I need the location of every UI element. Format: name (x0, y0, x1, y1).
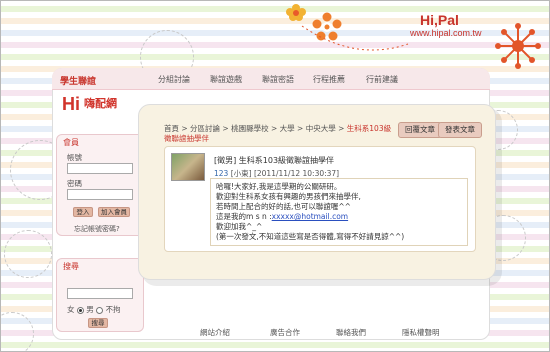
search-button[interactable]: 搜尋 (88, 318, 108, 328)
join-member-button[interactable]: 加入會員 (98, 207, 130, 217)
brand-url: www.hipal.com.tw (410, 28, 482, 38)
account-input[interactable] (67, 163, 133, 174)
forgot-password-link[interactable]: 忘記帳號密碼? (74, 224, 120, 234)
logo-text: 嗨配網 (84, 97, 117, 110)
gender-any-radio[interactable] (96, 306, 104, 314)
post-title: [徵男] 生科系103級徵聯誼抽學伴 (214, 156, 335, 165)
breadcrumb-path[interactable]: 首頁 > 分區討論 > 桃園縣學校 > 大學 > 中央大學 > (164, 124, 344, 133)
post-body: 哈囉!大家好,我是這學期的公關研研。 歡迎對生科系女孩有興趣的男孩們來抽學伴, … (210, 178, 468, 246)
gender-options: 女 男 不拘 (67, 304, 121, 315)
password-input[interactable] (67, 189, 133, 200)
footer-link-about[interactable]: 網站介紹 (200, 327, 230, 338)
footer-link-contact[interactable]: 聯絡我們 (336, 327, 366, 338)
post-line-msn: 這是我的m s n :xxxxx@hotmail.com (216, 212, 462, 222)
flower-icon (286, 4, 306, 21)
post-line: 哈囉!大家好,我是這學期的公關研研。 (216, 182, 342, 191)
reply-button[interactable]: 回覆文章 (398, 122, 442, 138)
post-line: 歡迎對生科系女孩有興趣的男孩們來抽學伴, (216, 192, 361, 201)
post-line: 歡迎加我^_^ (216, 222, 263, 231)
post-line: (第一次發文,不知道這些寫是否得體,寫得不好請見諒^^) (216, 232, 405, 241)
nav-item-itinerary[interactable]: 行程推薦 (313, 74, 345, 85)
login-button[interactable]: 登入 (73, 207, 93, 217)
password-label: 密碼 (67, 179, 82, 188)
bead-garland-icon (301, 25, 409, 51)
logo[interactable]: Hi 嗨配網 (62, 94, 117, 115)
nav-item-secrets[interactable]: 聯誼密語 (262, 74, 294, 85)
footer-link-privacy[interactable]: 隱私權聲明 (402, 327, 440, 338)
flower-icon (495, 23, 541, 69)
site-title: 學生聯誼 (60, 77, 97, 87)
post-line: 若時間上配合的好的話,也可以聯誼喔^^ (216, 202, 351, 211)
search-input[interactable] (67, 288, 133, 299)
breadcrumb: 首頁 > 分區討論 > 桃園縣學校 > 大學 > 中央大學 > 生科系103級徵… (164, 124, 394, 144)
decorative-circle (4, 230, 52, 278)
email-link[interactable]: xxxxx@hotmail.com (272, 212, 348, 221)
new-post-button[interactable]: 發表文章 (438, 122, 482, 138)
post-line: 這是我的m s n : (216, 212, 272, 221)
gender-female-label: 女 (67, 305, 75, 314)
decorative-circle (0, 312, 34, 352)
footer-link-advertising[interactable]: 廣告合作 (270, 327, 300, 338)
post-author-date: [小東] [2011/11/12 10:30:37] (230, 169, 340, 178)
avatar (171, 153, 205, 181)
gender-male-radio[interactable] (76, 306, 84, 314)
gender-any-label: 不拘 (105, 305, 121, 314)
logo-hi: Hi (62, 94, 80, 114)
post-number: 123 (214, 169, 229, 178)
nav-item-games[interactable]: 聯誼遊戲 (210, 74, 242, 85)
nav-item-tips[interactable]: 行前建議 (366, 74, 398, 85)
login-heading: 會員 (63, 138, 79, 147)
account-label: 帳號 (67, 153, 82, 162)
nav-item-group-discussion[interactable]: 分組討論 (158, 74, 190, 85)
brand-name: Hi,Pal (420, 12, 459, 28)
gender-male-label: 男 (86, 305, 94, 314)
search-heading: 搜尋 (63, 262, 79, 271)
